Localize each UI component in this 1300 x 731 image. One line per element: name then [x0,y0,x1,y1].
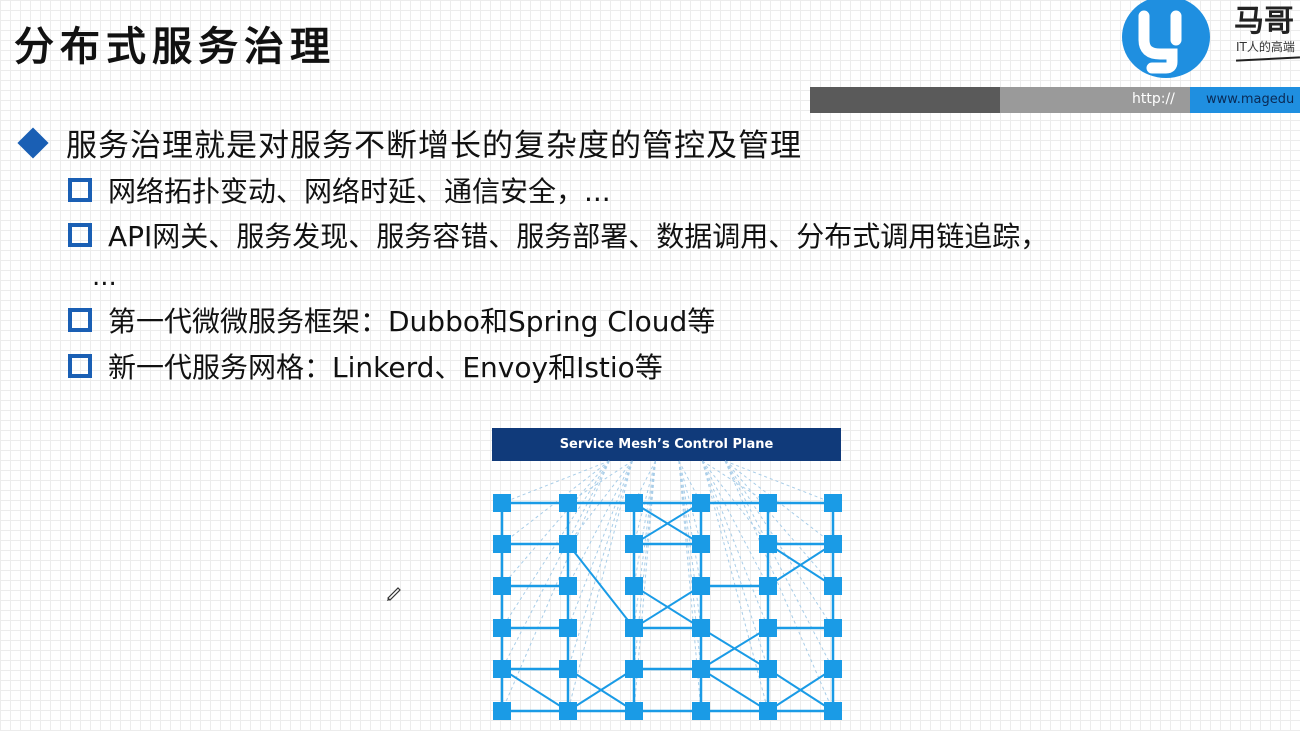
control-link [678,460,702,587]
control-link [501,460,610,504]
url-bar-segment-dark [810,87,1000,113]
mesh-link [567,543,635,629]
mesh-node [625,577,643,595]
mesh-node [559,619,577,637]
sub-bullet-text: 网络拓扑变动、网络时延、通信安全，... [108,175,611,208]
mesh-node [692,660,710,678]
url-bar-www: www.magedu [1206,92,1295,107]
mesh-node [759,660,777,678]
mesh-node [824,535,842,553]
control-link [501,460,610,587]
mesh-node [759,494,777,512]
mesh-node [759,577,777,595]
mesh-node [625,660,643,678]
mesh-node [559,494,577,512]
sub-bullet: 网络拓扑变动、网络时延、通信安全，... [68,170,611,210]
mesh-node [692,619,710,637]
mesh-node [493,660,511,678]
logo-underline [1235,56,1300,62]
pen-cursor-icon [387,587,401,601]
mesh-node [759,619,777,637]
mesh-node [493,494,511,512]
sub-bullet-text: 新一代服务网格：Linkerd、Envoy和Istio等 [108,351,663,384]
mesh-node [692,494,710,512]
mesh-node [559,577,577,595]
control-link [724,460,834,587]
square-bullet-icon [68,308,92,332]
mesh-node [824,577,842,595]
mesh-node [824,660,842,678]
sub-bullet: 新一代服务网格：Linkerd、Envoy和Istio等 [68,346,663,386]
logo-brand: 马哥 [1234,4,1294,39]
mesh-node [493,619,511,637]
mesh-node [625,494,643,512]
control-link [501,460,610,670]
sub-bullet-continuation: ... [92,262,117,292]
control-link [633,460,656,587]
mesh-node [824,494,842,512]
diamond-bullet-icon [17,126,49,159]
mesh-node [692,577,710,595]
mesh-node [559,535,577,553]
mesh-node [824,619,842,637]
sub-bullet-text: API网关、服务发现、服务容错、服务部署、数据调用、分布式调用链追踪， [108,220,1049,253]
control-link [724,460,834,504]
logo-slogan: IT人的高端 [1236,40,1295,54]
square-bullet-icon [68,223,92,247]
mesh-graph [493,460,842,720]
control-link [567,460,633,587]
control-link [701,460,769,629]
sub-bullet: 第一代微微服务框架：Dubbo和Spring Cloud等 [68,300,715,340]
url-bar-http: http:// [1132,91,1175,107]
control-link [701,460,769,670]
mesh-node [493,535,511,553]
control-link [567,460,633,629]
sub-bullet: API网关、服务发现、服务容错、服务部署、数据调用、分布式调用链追踪， [68,215,1048,255]
url-bar: http:// www.magedu [810,87,1300,113]
square-bullet-icon [68,178,92,202]
mesh-node [759,702,777,720]
mesh-node [824,702,842,720]
mesh-node [759,535,777,553]
main-bullet: 服务治理就是对服务不断增长的复杂度的管控及管理 [14,120,802,165]
main-bullet-text: 服务治理就是对服务不断增长的复杂度的管控及管理 [66,128,802,164]
control-link [678,460,702,670]
slide-title: 分布式服务治理 [14,23,336,70]
square-bullet-icon [68,354,92,378]
control-link [701,460,769,587]
mesh-node [559,660,577,678]
company-logo: 马哥 IT人的高端 [1118,0,1300,82]
control-link [567,460,633,670]
mesh-node [493,577,511,595]
mesh-node [559,702,577,720]
sub-bullet-text: 第一代微微服务框架：Dubbo和Spring Cloud等 [108,305,716,338]
mesh-node [625,535,643,553]
mesh-link [501,668,569,712]
mesh-node [493,702,511,720]
mesh-node [625,702,643,720]
control-link [724,460,834,670]
mesh-node [692,535,710,553]
mesh-node [625,619,643,637]
service-mesh-diagram: Service Mesh’s Control Plane [492,428,844,722]
mesh-node [692,702,710,720]
mesh-link [700,668,769,712]
control-link [633,460,656,670]
logo-icon [1122,0,1210,78]
